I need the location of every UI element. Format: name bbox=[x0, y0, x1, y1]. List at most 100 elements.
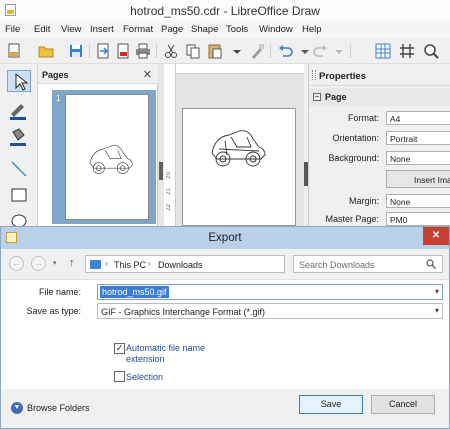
copy-icon[interactable] bbox=[184, 42, 202, 60]
collapse-icon[interactable]: − bbox=[313, 93, 321, 101]
cut-icon[interactable] bbox=[162, 42, 180, 60]
menu-file[interactable]: File bbox=[5, 24, 20, 35]
car-drawing-icon bbox=[211, 130, 266, 167]
page-thumbnail[interactable] bbox=[65, 94, 149, 220]
paste-icon[interactable] bbox=[206, 42, 224, 60]
drawing-canvas[interactable] bbox=[176, 74, 304, 226]
folder-icon bbox=[90, 260, 101, 269]
chevron-down-icon[interactable]: ▾ bbox=[435, 306, 439, 315]
format-select[interactable]: A4 bbox=[386, 111, 450, 125]
menubar: File Edit View Insert Format Page Shape … bbox=[0, 20, 450, 38]
redo-icon[interactable] bbox=[312, 42, 330, 60]
menu-help[interactable]: Help bbox=[302, 24, 322, 35]
chevron-down-icon[interactable]: ▼ bbox=[11, 402, 23, 414]
rectangle-icon[interactable] bbox=[7, 184, 31, 206]
paste-dropdown[interactable] bbox=[228, 42, 246, 60]
menu-insert[interactable]: Insert bbox=[90, 24, 114, 35]
print-icon[interactable] bbox=[134, 42, 152, 60]
up-arrow-icon[interactable]: ↑ bbox=[69, 257, 75, 269]
auto-extension-checkbox[interactable]: ✓ bbox=[114, 343, 125, 354]
vertical-ruler: 20 21 22 bbox=[164, 64, 176, 226]
browse-folders-label[interactable]: Browse Folders bbox=[27, 403, 90, 413]
close-icon[interactable]: ✕ bbox=[143, 68, 152, 81]
toolbar-separator bbox=[89, 44, 90, 58]
master-page-select[interactable]: PM0 bbox=[386, 212, 450, 226]
toolbar-separator bbox=[156, 44, 157, 58]
auto-extension-label[interactable]: Automatic file name extension bbox=[126, 343, 236, 365]
fill-color-icon[interactable] bbox=[7, 126, 31, 148]
selection-checkbox[interactable] bbox=[114, 371, 125, 382]
pages-panel-header: Pages ✕ bbox=[38, 64, 158, 84]
ruler-tick-label: 22 bbox=[166, 204, 172, 211]
margin-select[interactable]: None bbox=[386, 194, 450, 208]
car-drawing-icon bbox=[89, 145, 133, 175]
zoom-icon[interactable] bbox=[422, 42, 440, 60]
horizontal-ruler bbox=[164, 64, 304, 74]
close-button[interactable]: ✕ bbox=[423, 227, 449, 245]
clone-formatting-icon[interactable] bbox=[248, 42, 266, 60]
toolbar-separator bbox=[270, 44, 271, 58]
orientation-select[interactable]: Portrait bbox=[386, 131, 450, 145]
pdf-icon[interactable] bbox=[114, 42, 132, 60]
libreoffice-window: hotrod_ms50.cdr - LibreOffice Draw File … bbox=[0, 0, 450, 226]
pages-panel: Pages ✕ 1 bbox=[38, 64, 158, 226]
breadcrumb-downloads[interactable]: Downloads bbox=[158, 260, 203, 270]
splitter-grip[interactable] bbox=[159, 162, 163, 180]
line-icon[interactable] bbox=[7, 158, 31, 180]
dialog-body: File name: hotrod_ms50.gif ▾ Save as typ… bbox=[1, 279, 449, 389]
recent-locations-dropdown[interactable]: ▾ bbox=[53, 259, 57, 267]
search-icon[interactable] bbox=[426, 259, 436, 269]
chevron-down-icon[interactable]: ▾ bbox=[435, 287, 439, 296]
save-button[interactable]: Save bbox=[299, 395, 363, 414]
properties-title: Properties bbox=[319, 71, 366, 82]
page-section-header[interactable]: − Page bbox=[309, 88, 450, 106]
chevron-right-icon[interactable]: › bbox=[148, 259, 151, 268]
menu-shape[interactable]: Shape bbox=[191, 24, 218, 35]
menu-window[interactable]: Window bbox=[259, 24, 293, 35]
drag-handle-icon[interactable] bbox=[312, 70, 316, 80]
dialog-title: Export bbox=[208, 232, 242, 244]
menu-tools[interactable]: Tools bbox=[226, 24, 248, 35]
grid-icon[interactable] bbox=[374, 42, 392, 60]
window-title: hotrod_ms50.cdr - LibreOffice Draw bbox=[130, 4, 320, 18]
export-dialog: Export ✕ ← → ▾ ↑ › This PC › Downloads ▾… bbox=[0, 226, 450, 429]
filename-value[interactable]: hotrod_ms50.gif bbox=[100, 286, 169, 298]
filename-field[interactable]: hotrod_ms50.gif ▾ bbox=[97, 284, 443, 300]
new-document-icon[interactable] bbox=[5, 42, 23, 60]
orientation-label: Orientation: bbox=[332, 133, 379, 143]
background-label: Background: bbox=[328, 153, 379, 163]
select-arrow-icon[interactable] bbox=[7, 70, 31, 92]
undo-icon[interactable] bbox=[276, 42, 294, 60]
line-color-icon[interactable] bbox=[7, 100, 31, 122]
export-icon[interactable] bbox=[94, 42, 112, 60]
dialog-titlebar: Export ✕ bbox=[1, 227, 449, 249]
snap-grid-icon[interactable] bbox=[398, 42, 416, 60]
ruler-tick-label: 21 bbox=[166, 188, 172, 195]
save-icon[interactable] bbox=[67, 42, 85, 60]
insert-image-button[interactable]: Insert Ima bbox=[386, 170, 450, 188]
forward-icon[interactable]: → bbox=[31, 256, 46, 271]
menu-page[interactable]: Page bbox=[161, 24, 183, 35]
search-input[interactable]: Search Downloads bbox=[293, 255, 443, 273]
properties-header: Properties bbox=[309, 64, 450, 86]
back-icon[interactable]: ← bbox=[9, 256, 24, 271]
chevron-right-icon[interactable]: › bbox=[105, 259, 108, 268]
standard-toolbar bbox=[0, 38, 450, 64]
redo-dropdown[interactable] bbox=[330, 42, 348, 60]
selection-label[interactable]: Selection bbox=[126, 372, 163, 382]
canvas-page[interactable] bbox=[182, 108, 296, 226]
background-select[interactable]: None bbox=[386, 151, 450, 165]
filetype-select[interactable]: GIF - Graphics Interchange Format (*.gif… bbox=[97, 303, 443, 319]
master-page-label: Master Page: bbox=[325, 214, 379, 224]
window-titlebar: hotrod_ms50.cdr - LibreOffice Draw bbox=[0, 0, 450, 20]
cancel-button[interactable]: Cancel bbox=[371, 395, 435, 414]
open-folder-icon[interactable] bbox=[37, 42, 55, 60]
breadcrumb-this-pc[interactable]: This PC bbox=[114, 260, 146, 270]
menu-format[interactable]: Format bbox=[123, 24, 153, 35]
menu-edit[interactable]: Edit bbox=[34, 24, 50, 35]
filetype-value: GIF - Graphics Interchange Format (*.gif… bbox=[101, 307, 266, 317]
address-bar[interactable]: › This PC › Downloads ▾ ↻ bbox=[85, 255, 360, 273]
menu-view[interactable]: View bbox=[61, 24, 81, 35]
ruler-tick-label: 20 bbox=[166, 172, 172, 179]
ellipse-icon[interactable] bbox=[7, 210, 31, 226]
